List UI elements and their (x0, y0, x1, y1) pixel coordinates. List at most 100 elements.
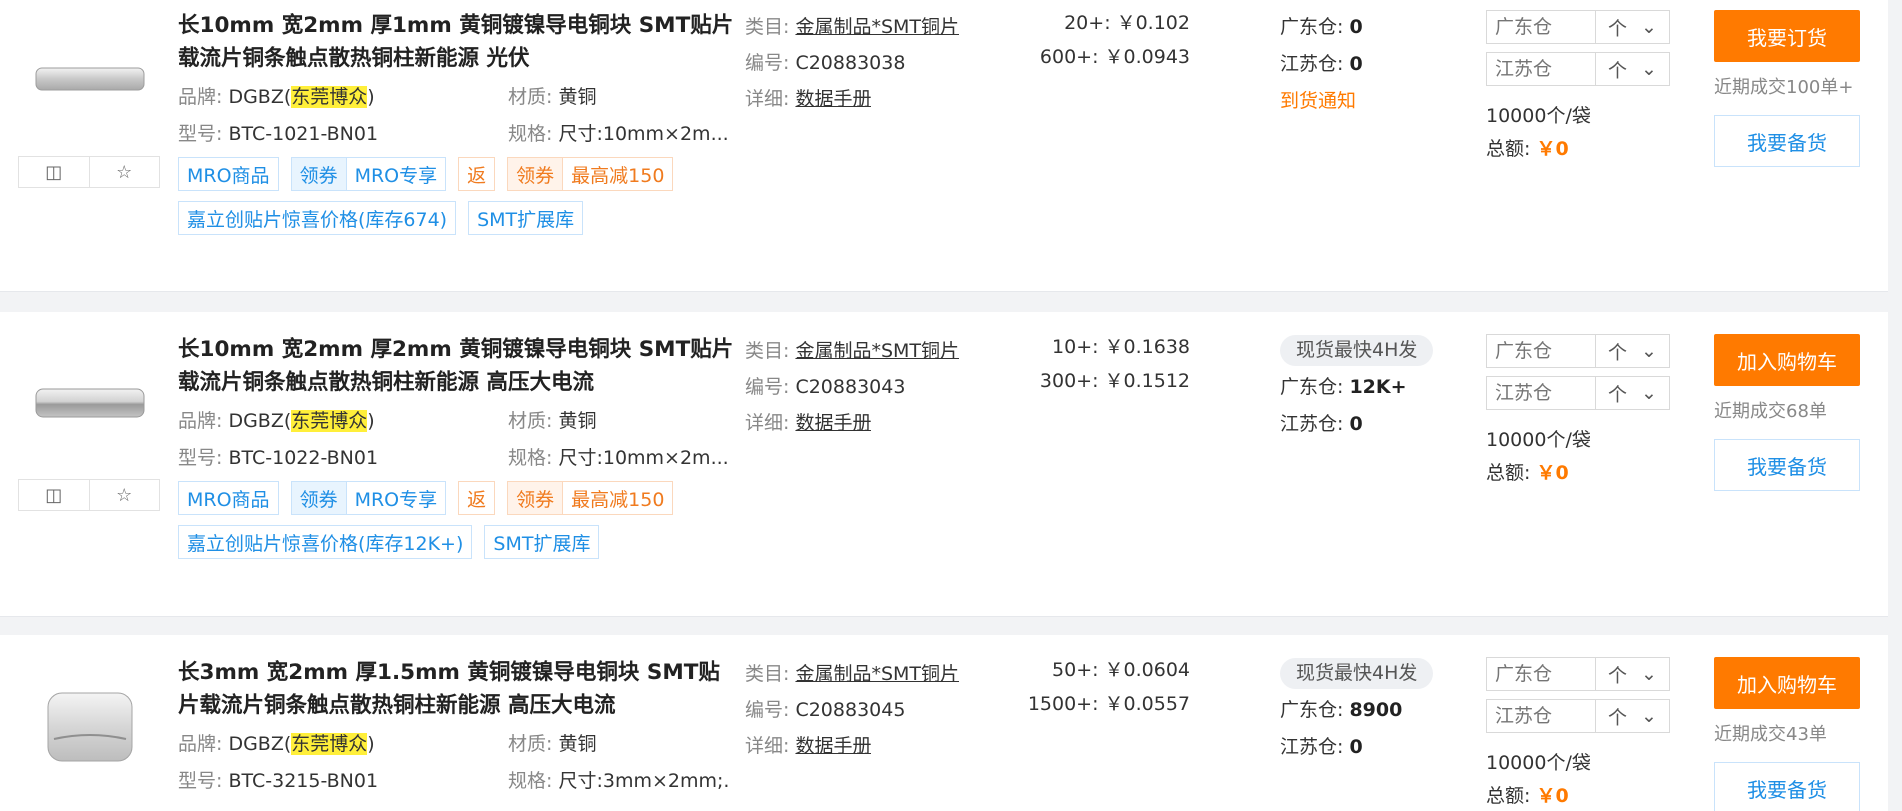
chevron-down-icon: ⌄ (1641, 58, 1657, 80)
unit-select[interactable]: 个 ⌄ (1595, 53, 1669, 85)
arrival-notify-link[interactable]: 到货通知 (1280, 83, 1363, 120)
js-qty-input[interactable] (1487, 377, 1595, 409)
pack-size: 10000个/袋 (1486, 105, 1591, 127)
js-qty-input-group: 个⌄ (1486, 699, 1670, 733)
tag-rebate[interactable]: 返 (458, 157, 496, 191)
copper-block-image (47, 692, 133, 762)
tag-discount-coupon[interactable]: 领券 最高减150 (507, 157, 674, 191)
category-field: 类目: 金属制品*SMT铜片 (745, 663, 960, 685)
brand-field: 品牌: DGBZ(东莞博众) (178, 410, 375, 432)
brand-highlight[interactable]: 东莞博众 (291, 733, 368, 755)
stock-info: 现货最快4H发 广东仓: 8900 江苏仓: 0 (1280, 655, 1434, 766)
add-to-cart-button[interactable]: 加入购物车 (1714, 657, 1860, 709)
product-title[interactable]: 长3mm 宽2mm 厚1.5mm 黄铜镀镍导电铜块 SMT贴片载流片铜条触点散热… (178, 656, 738, 722)
total-amount: 总额: ￥0 (1486, 785, 1569, 807)
category-field: 类目: 金属制品*SMT铜片 (745, 340, 960, 362)
model-field: 型号: BTC-1022-BN01 (178, 447, 379, 469)
star-icon[interactable]: ☆ (88, 480, 160, 510)
datasheet-link[interactable]: 数据手册 (795, 88, 871, 110)
tag-row: MRO商品 领券 MRO专享 返 领券 最高减150 嘉立创贴片惊喜价格(库存1… (178, 481, 958, 559)
recent-deals: 近期成交68单 (1714, 401, 1827, 422)
model-field: 型号: BTC-1021-BN01 (178, 123, 379, 145)
tag-promo[interactable]: 嘉立创贴片惊喜价格(库存674) (178, 201, 457, 235)
price-tier: 600+: ￥0.0943 (1039, 46, 1190, 68)
thumb-actions: ◫ ☆ (18, 479, 160, 511)
brand-highlight[interactable]: 东莞博众 (291, 86, 368, 108)
gd-qty-input-group: 个⌄ (1486, 334, 1670, 368)
gd-qty-input-group: 个⌄ (1486, 10, 1670, 44)
detail-field: 详细: 数据手册 (745, 412, 872, 434)
tag-mro[interactable]: MRO商品 (178, 481, 279, 515)
compare-icon[interactable]: ◫ (19, 480, 89, 510)
datasheet-link[interactable]: 数据手册 (795, 412, 871, 434)
product-title[interactable]: 长10mm 宽2mm 厚1mm 黄铜镀镍导电铜块 SMT贴片载流片铜条触点散热铜… (178, 9, 738, 75)
stock-info: 广东仓: 0 江苏仓: 0 到货通知 (1280, 9, 1363, 120)
reserve-button[interactable]: 我要备货 (1714, 115, 1860, 167)
gd-stock: 广东仓: 8900 (1280, 699, 1403, 721)
total-amount: 总额: ￥0 (1486, 138, 1569, 160)
total-amount: 总额: ￥0 (1486, 462, 1569, 484)
pack-size: 10000个/袋 (1486, 752, 1591, 774)
brand-field: 品牌: DGBZ(东莞博众) (178, 86, 375, 108)
material-field: 材质: 黄铜 (508, 733, 597, 755)
add-to-cart-button[interactable]: 加入购物车 (1714, 334, 1860, 386)
star-icon[interactable]: ☆ (88, 157, 160, 187)
fast-ship-badge: 现货最快4H发 (1280, 658, 1434, 689)
product-image[interactable] (26, 30, 154, 130)
product-title[interactable]: 长10mm 宽2mm 厚2mm 黄铜镀镍导电铜块 SMT贴片载流片铜条触点散热铜… (178, 333, 738, 399)
tag-mro[interactable]: MRO商品 (178, 157, 279, 191)
chevron-down-icon: ⌄ (1641, 663, 1657, 685)
chevron-down-icon: ⌄ (1641, 16, 1657, 38)
gd-stock: 广东仓: 0 (1280, 16, 1363, 38)
fast-ship-badge: 现货最快4H发 (1280, 335, 1434, 366)
category-link[interactable]: 金属制品*SMT铜片 (795, 340, 959, 362)
tag-smt[interactable]: SMT扩展库 (484, 525, 600, 559)
product-card-3: 长3mm 宽2mm 厚1.5mm 黄铜镀镍导电铜块 SMT贴片载流片铜条触点散热… (0, 635, 1888, 811)
code-field: 编号: C20883045 (745, 699, 906, 721)
brand-highlight[interactable]: 东莞博众 (291, 410, 368, 432)
spec-field: 规格: 尺寸:10mm×2m... (508, 123, 728, 145)
category-link[interactable]: 金属制品*SMT铜片 (795, 16, 959, 38)
product-card-2: ◫ ☆ 长10mm 宽2mm 厚2mm 黄铜镀镍导电铜块 SMT贴片载流片铜条触… (0, 312, 1888, 617)
js-qty-input[interactable] (1487, 53, 1595, 85)
tag-smt[interactable]: SMT扩展库 (468, 201, 584, 235)
unit-select[interactable]: 个 ⌄ (1595, 658, 1669, 690)
copper-block-image (35, 388, 145, 418)
reserve-button[interactable]: 我要备货 (1714, 762, 1860, 811)
tag-discount-coupon[interactable]: 领券 最高减150 (507, 481, 674, 515)
unit-select[interactable]: 个 ⌄ (1595, 377, 1669, 409)
tag-mro-coupon[interactable]: 领券 MRO专享 (290, 157, 447, 191)
spec-field: 规格: 尺寸:10mm×2m... (508, 447, 728, 469)
detail-field: 详细: 数据手册 (745, 88, 872, 110)
price-tiers: 20+: ￥0.102 600+: ￥0.0943 (1020, 6, 1190, 74)
price-tier: 10+: ￥0.1638 (1052, 336, 1190, 358)
unit-select[interactable]: 个 ⌄ (1595, 700, 1669, 732)
datasheet-link[interactable]: 数据手册 (795, 735, 871, 757)
gd-qty-input[interactable] (1487, 11, 1595, 43)
order-button[interactable]: 我要订货 (1714, 10, 1860, 62)
unit-select[interactable]: 个 ⌄ (1595, 11, 1669, 43)
tag-promo[interactable]: 嘉立创贴片惊喜价格(库存12K+) (178, 525, 473, 559)
category-link[interactable]: 金属制品*SMT铜片 (795, 663, 959, 685)
price-tier: 1500+: ￥0.0557 (1027, 693, 1190, 715)
unit-select[interactable]: 个 ⌄ (1595, 335, 1669, 367)
pack-size: 10000个/袋 (1486, 429, 1591, 451)
js-qty-input-group: 个⌄ (1486, 376, 1670, 410)
product-image[interactable] (26, 353, 154, 453)
product-image[interactable] (26, 677, 154, 777)
tag-mro-coupon[interactable]: 领券 MRO专享 (290, 481, 447, 515)
tag-row: MRO商品 领券 MRO专享 返 领券 最高减150 嘉立创贴片惊喜价格(库存6… (178, 157, 958, 235)
price-tiers: 50+: ￥0.0604 1500+: ￥0.0557 (1020, 653, 1190, 721)
reserve-button[interactable]: 我要备货 (1714, 439, 1860, 491)
category-field: 类目: 金属制品*SMT铜片 (745, 16, 960, 38)
gd-qty-input[interactable] (1487, 658, 1595, 690)
compare-icon[interactable]: ◫ (19, 157, 89, 187)
js-stock: 江苏仓: 0 (1280, 53, 1363, 75)
product-card-1: ◫ ☆ 长10mm 宽2mm 厚1mm 黄铜镀镍导电铜块 SMT贴片载流片铜条触… (0, 0, 1888, 292)
price-tiers: 10+: ￥0.1638 300+: ￥0.1512 (1020, 330, 1190, 398)
price-tier: 50+: ￥0.0604 (1052, 659, 1190, 681)
js-qty-input-group: 个⌄ (1486, 52, 1670, 86)
js-qty-input[interactable] (1487, 700, 1595, 732)
gd-qty-input[interactable] (1487, 335, 1595, 367)
tag-rebate[interactable]: 返 (458, 481, 496, 515)
